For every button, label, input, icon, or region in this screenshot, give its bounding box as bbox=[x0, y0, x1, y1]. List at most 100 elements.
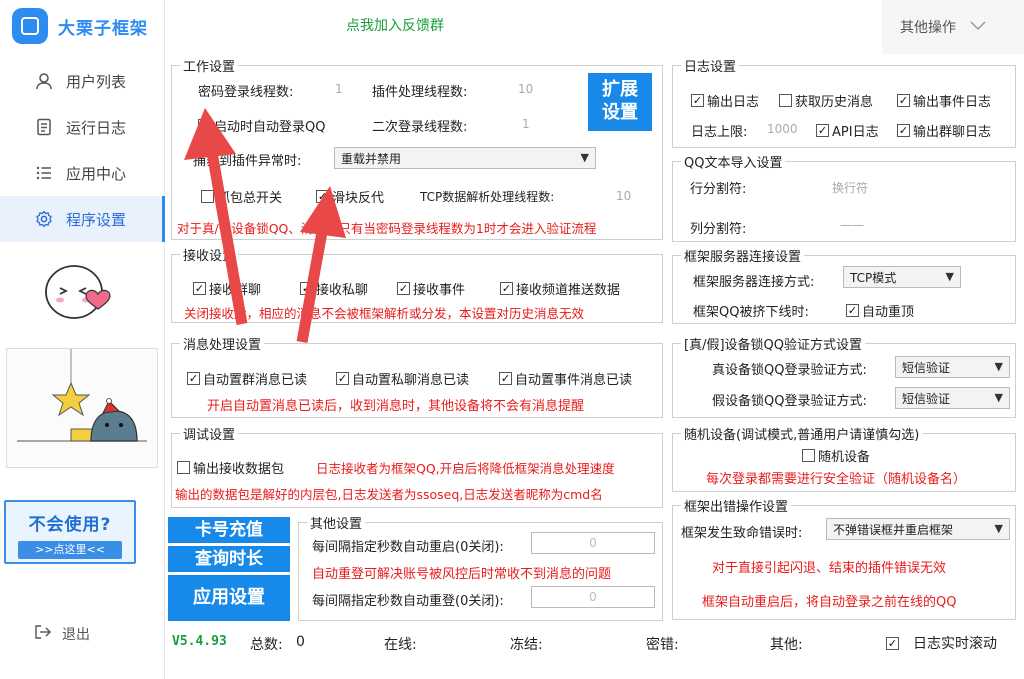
logo-icon bbox=[12, 8, 48, 44]
fetch-history-checkbox[interactable]: 获取历史消息 bbox=[779, 91, 873, 110]
help-banner[interactable]: 不会使用? >>点这里<< bbox=[4, 500, 136, 564]
other-operations-dropdown[interactable]: 其他操作 bbox=[882, 0, 1024, 54]
auto-relogin-label: 每间隔指定秒数自动重登(0关闭): bbox=[312, 594, 504, 609]
select-value: 短信验证 bbox=[902, 391, 951, 406]
checkbox-box bbox=[201, 190, 214, 203]
chevron-down-icon: ▼ bbox=[945, 270, 954, 283]
auto-read-private-checkbox[interactable]: ✓ 自动置私聊消息已读 bbox=[336, 369, 469, 388]
row-separator-value[interactable]: 换行符 bbox=[832, 179, 868, 196]
group-legend: 其他设置 bbox=[310, 517, 363, 532]
auto-relogin-input[interactable]: 0 bbox=[531, 586, 655, 608]
second-threads-value[interactable]: 1 bbox=[522, 117, 530, 131]
checkbox-label: 接收频道推送数据 bbox=[516, 283, 621, 298]
sidebar-item-label: 程序设置 bbox=[66, 210, 127, 229]
user-icon bbox=[34, 71, 54, 91]
real-device-lock-select[interactable]: 短信验证 ▼ bbox=[895, 356, 1010, 378]
checkbox-label: 接收群聊 bbox=[209, 283, 262, 298]
select-value: 不弹错误框并重启框架 bbox=[833, 522, 954, 537]
checkbox-label: 输出日志 bbox=[707, 95, 760, 110]
auto-restart-input[interactable]: 0 bbox=[531, 532, 655, 554]
password-error-label: 密错: bbox=[646, 637, 679, 653]
checkbox-label: 自动置群消息已读 bbox=[203, 373, 308, 388]
receive-channel-checkbox[interactable]: ✓ 接收频道推送数据 bbox=[500, 279, 620, 298]
checkbox-box: ✓ bbox=[897, 94, 910, 107]
auto-login-checkbox[interactable]: ✓ 启动时自动登录QQ bbox=[198, 116, 325, 135]
version-label: V5.4.93 bbox=[172, 634, 227, 649]
tcp-threads-label: TCP数据解析处理线程数: bbox=[420, 190, 555, 204]
online-label: 在线: bbox=[384, 637, 417, 653]
checkbox-label: 随机设备 bbox=[818, 450, 871, 465]
sidebar-item-label: 应用中心 bbox=[66, 164, 127, 183]
event-log-checkbox[interactable]: ✓ 输出事件日志 bbox=[897, 91, 991, 110]
expand-settings-button[interactable]: 扩展 设置 bbox=[588, 73, 652, 131]
decorative-illustration bbox=[6, 348, 158, 468]
output-packets-checkbox[interactable]: 输出接收数据包 bbox=[177, 458, 284, 477]
checkbox-box bbox=[177, 461, 190, 474]
server-mode-select[interactable]: TCP模式 ▼ bbox=[843, 266, 961, 288]
random-device-checkbox[interactable]: 随机设备 bbox=[802, 446, 870, 465]
plugin-error-select[interactable]: 重载并禁用 ▼ bbox=[334, 147, 596, 169]
group-legend: 随机设备(调试模式,普通用户请谨慎勾选) bbox=[684, 428, 920, 443]
fatal-error-select[interactable]: 不弹错误框并重启框架 ▼ bbox=[826, 518, 1010, 540]
logout-button[interactable]: 退出 bbox=[34, 624, 90, 644]
checkbox-box: ✓ bbox=[397, 282, 410, 295]
checkbox-box: ✓ bbox=[300, 282, 313, 295]
random-device-note: 每次登录都需要进行安全验证（随机设备名） bbox=[706, 472, 967, 487]
tcp-threads-value[interactable]: 10 bbox=[616, 189, 631, 203]
app-title: 大栗子框架 bbox=[58, 18, 148, 39]
realtime-scroll-checkbox[interactable]: ✓ 日志实时滚动 bbox=[886, 633, 997, 653]
plugin-threads-value[interactable]: 10 bbox=[518, 82, 533, 96]
checkbox-box: ✓ bbox=[187, 372, 200, 385]
gear-icon bbox=[34, 209, 54, 229]
checkbox-label: 自动置私聊消息已读 bbox=[352, 373, 470, 388]
sidebar-item-settings[interactable]: 程序设置 bbox=[0, 196, 165, 242]
receive-private-checkbox[interactable]: ✓ 接收私聊 bbox=[300, 279, 368, 298]
auto-read-group-checkbox[interactable]: ✓ 自动置群消息已读 bbox=[187, 369, 307, 388]
checkbox-label: 输出群聊日志 bbox=[913, 125, 992, 140]
checkbox-label: 输出事件日志 bbox=[913, 95, 992, 110]
checkbox-label: 自动置事件消息已读 bbox=[515, 373, 633, 388]
output-log-checkbox[interactable]: ✓ 输出日志 bbox=[691, 91, 759, 110]
col-separator-value[interactable]: —— bbox=[840, 218, 864, 232]
query-duration-button[interactable]: 查询时长 bbox=[168, 546, 290, 572]
fake-device-lock-select[interactable]: 短信验证 ▼ bbox=[895, 387, 1010, 409]
pwd-threads-label: 密码登录线程数: bbox=[198, 85, 294, 100]
sidebar-item-apps[interactable]: 应用中心 bbox=[0, 150, 165, 196]
message-note: 开启自动置消息已读后，收到消息时，其他设备将不会有消息提醒 bbox=[207, 399, 585, 414]
other-operations-label: 其他操作 bbox=[900, 20, 956, 36]
checkbox-box: ✓ bbox=[691, 94, 704, 107]
capture-switch-checkbox[interactable]: 抓包总开关 bbox=[201, 187, 282, 206]
sidebar-item-users[interactable]: 用户列表 bbox=[0, 58, 165, 104]
checkbox-label: 滑块反代 bbox=[332, 191, 385, 206]
chevron-down-icon: ▼ bbox=[994, 360, 1003, 373]
status-bar: V5.4.93 总数: 0 在线: 冻结: 密错: 其他: ✓ 日志实时滚动 bbox=[166, 627, 1024, 659]
checkbox-box: ✓ bbox=[886, 636, 899, 650]
slider-proxy-checkbox[interactable]: ✓ 滑块反代 bbox=[316, 187, 384, 206]
help-link-button[interactable]: >>点这里<< bbox=[18, 541, 122, 559]
other-note: 自动重登可解决账号被风控后时常收不到消息的问题 bbox=[312, 567, 612, 582]
auto-read-event-checkbox[interactable]: ✓ 自动置事件消息已读 bbox=[499, 369, 632, 388]
checkbox-box bbox=[779, 94, 792, 107]
sidebar-item-logs[interactable]: 运行日志 bbox=[0, 104, 165, 150]
receive-group-checkbox[interactable]: ✓ 接收群聊 bbox=[193, 279, 261, 298]
group-legend: 框架服务器连接设置 bbox=[684, 250, 802, 265]
checkbox-box bbox=[802, 449, 815, 462]
group-log-checkbox[interactable]: ✓ 输出群聊日志 bbox=[897, 121, 991, 140]
log-limit-value[interactable]: 1000 bbox=[767, 122, 798, 136]
group-legend: 接收设置 bbox=[183, 249, 236, 264]
logout-icon bbox=[34, 624, 52, 644]
auto-restart-label: 每间隔指定秒数自动重启(0关闭): bbox=[312, 540, 504, 555]
checkbox-box: ✓ bbox=[500, 282, 513, 295]
receive-event-checkbox[interactable]: ✓ 接收事件 bbox=[397, 279, 465, 298]
apply-settings-button[interactable]: 应用设置 bbox=[168, 575, 290, 621]
button-line: 扩展 bbox=[602, 79, 638, 100]
pwd-threads-value[interactable]: 1 bbox=[335, 82, 343, 96]
join-feedback-group-link[interactable]: 点我加入反馈群 bbox=[346, 15, 444, 35]
api-log-checkbox[interactable]: ✓ API日志 bbox=[816, 121, 879, 140]
recharge-button[interactable]: 卡号充值 bbox=[168, 517, 290, 543]
sidebar-item-label: 用户列表 bbox=[66, 72, 127, 91]
group-legend: QQ文本导入设置 bbox=[684, 156, 783, 171]
help-title: 不会使用? bbox=[28, 515, 112, 535]
auto-relogin-checkbox[interactable]: ✓ 自动重顶 bbox=[846, 301, 914, 320]
kicked-offline-label: 框架QQ被挤下线时: bbox=[693, 305, 809, 320]
